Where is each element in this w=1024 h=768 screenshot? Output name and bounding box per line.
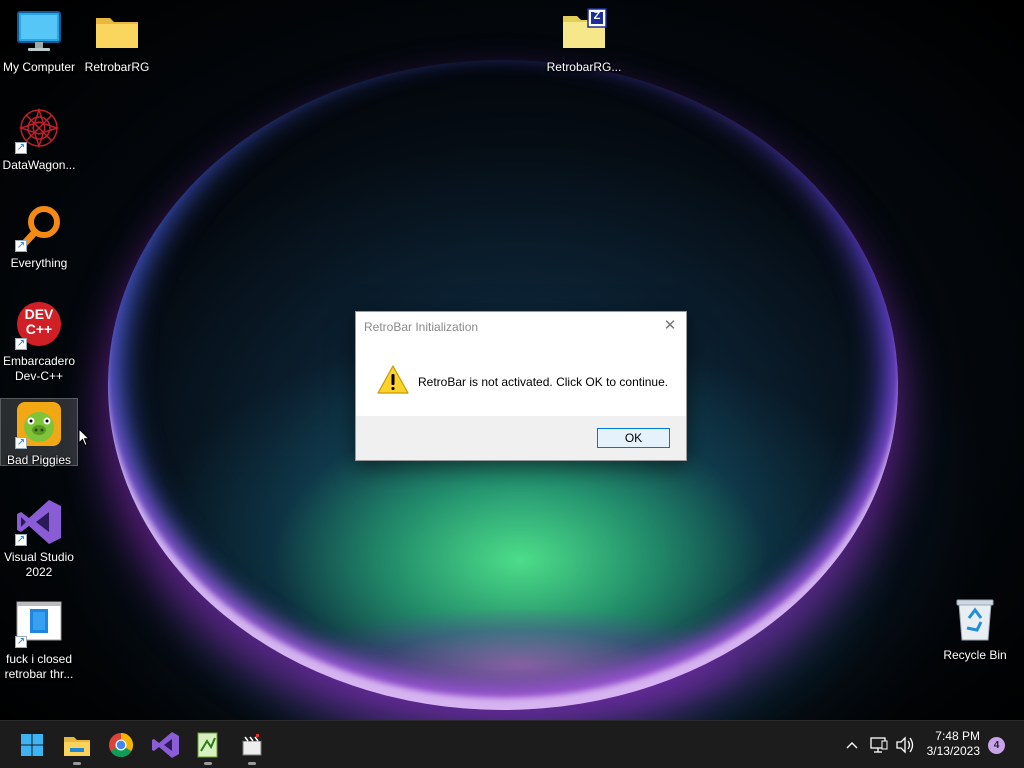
desktop-icon-label: RetrobarRG: [84, 60, 150, 74]
taskbar-notepad-plus-plus[interactable]: [192, 729, 224, 765]
dialog-message: RetroBar is not activated. Click OK to c…: [418, 375, 669, 389]
desktop-icon-label: Recycle Bin: [943, 648, 1007, 662]
desktop-icon-label: My Computer: [2, 60, 76, 74]
network-tray-button[interactable]: [868, 721, 890, 768]
datawagon-icon: ↗: [15, 106, 63, 154]
running-indicator: [73, 762, 81, 765]
desktop-icon-everything[interactable]: ↗ Everything: [0, 204, 78, 271]
notepad-plus-plus-icon: [197, 732, 218, 758]
network-icon: [870, 737, 888, 753]
desktop-icon-retrobarrg-folder[interactable]: RetrobarRG: [78, 8, 156, 75]
volume-tray-button[interactable]: [894, 721, 916, 768]
clock-time: 7:48 PM: [935, 729, 980, 743]
magnifier-icon: ↗: [15, 204, 63, 252]
visual-studio-icon: ↗: [15, 498, 63, 546]
desktop-icon-label-line2: retrobar thr...: [4, 667, 74, 681]
close-icon[interactable]: ✕: [660, 316, 680, 336]
desktop-icon-recycle-bin[interactable]: Recycle Bin: [936, 596, 1014, 663]
desktop-icon-text-document[interactable]: ↗ fuck i closed retrobar thr...: [0, 600, 78, 682]
warning-icon: [377, 365, 409, 395]
desktop-icon-label: fuck i closed: [5, 652, 73, 666]
desktop-icon-datawagon[interactable]: ↗ DataWagon...: [0, 106, 78, 173]
shortcut-arrow-icon: ↗: [15, 142, 27, 154]
taskbar-clock[interactable]: 7:48 PM 3/13/2023: [927, 729, 980, 759]
clapperboard-icon: [242, 734, 262, 756]
bad-piggies-icon: ↗: [15, 401, 63, 449]
chevron-up-icon: [846, 742, 858, 749]
dialog-title: RetroBar Initialization: [364, 320, 479, 334]
taskbar-clapperboard-app[interactable]: [236, 729, 268, 765]
tray-overflow-button[interactable]: [844, 721, 860, 768]
recycle-bin-icon: [951, 596, 999, 644]
running-indicator: [204, 762, 212, 765]
file-explorer-icon: [64, 737, 90, 756]
clock-date: 3/13/2023: [926, 744, 980, 758]
desktop-icon-label: Visual Studio: [4, 550, 74, 564]
shortcut-arrow-icon: ↗: [15, 534, 27, 546]
shortcut-arrow-icon: ↗: [15, 636, 27, 648]
mouse-cursor-icon: [78, 427, 91, 452]
document-icon: ↗: [15, 600, 63, 648]
desktop-icon-label: Bad Piggies: [6, 453, 72, 467]
desktop-icon-bad-piggies[interactable]: ↗ Bad Piggies: [0, 398, 78, 467]
start-button[interactable]: [16, 729, 48, 761]
retrobar-init-dialog: RetroBar Initialization ✕ RetroBar is no…: [355, 311, 687, 461]
dialog-footer: OK: [356, 416, 686, 460]
desktop-icon-label: Embarcadero: [2, 354, 76, 368]
ok-button[interactable]: OK: [597, 428, 670, 448]
desktop-icon-visual-studio[interactable]: ↗ Visual Studio 2022: [0, 498, 78, 580]
taskbar-visual-studio[interactable]: [149, 729, 181, 761]
desktop-icon-label: DataWagon...: [2, 158, 76, 172]
desktop-icon-label: Everything: [10, 256, 68, 270]
zip-badge-letter: Z: [593, 10, 601, 22]
taskbar-chrome[interactable]: [105, 729, 137, 761]
taskbar: 7:48 PM 3/13/2023 4: [0, 720, 1024, 768]
desktop-icon-retrobarrg-zip[interactable]: Z RetrobarRG...: [545, 8, 623, 75]
running-indicator: [248, 762, 256, 765]
taskbar-file-explorer[interactable]: [61, 729, 93, 765]
devcpp-badge-bottom: C++: [25, 321, 53, 337]
windows-logo-icon: [21, 734, 43, 756]
zip-folder-icon: Z: [560, 8, 608, 56]
desktop-icon-label: RetrobarRG...: [546, 60, 622, 74]
desktop-icon-label-line2: 2022: [25, 565, 53, 579]
devcpp-badge-top: DEV: [24, 306, 54, 322]
visual-studio-icon: [152, 732, 179, 758]
desktop-icon-my-computer[interactable]: My Computer: [0, 8, 78, 75]
chrome-icon: [109, 733, 134, 758]
desktop-icon-label-line2: Dev-C++: [14, 369, 64, 383]
folder-icon: [93, 8, 141, 56]
shortcut-arrow-icon: ↗: [15, 240, 27, 252]
monitor-icon: [15, 8, 63, 56]
shortcut-arrow-icon: ↗: [15, 338, 27, 350]
devcpp-icon: DEV C++ ↗: [15, 302, 63, 350]
desktop-icon-devcpp[interactable]: DEV C++ ↗ Embarcadero Dev-C++: [0, 302, 78, 384]
volume-icon: [896, 736, 914, 754]
shortcut-arrow-icon: ↗: [15, 437, 27, 449]
notification-badge[interactable]: 4: [988, 737, 1005, 754]
